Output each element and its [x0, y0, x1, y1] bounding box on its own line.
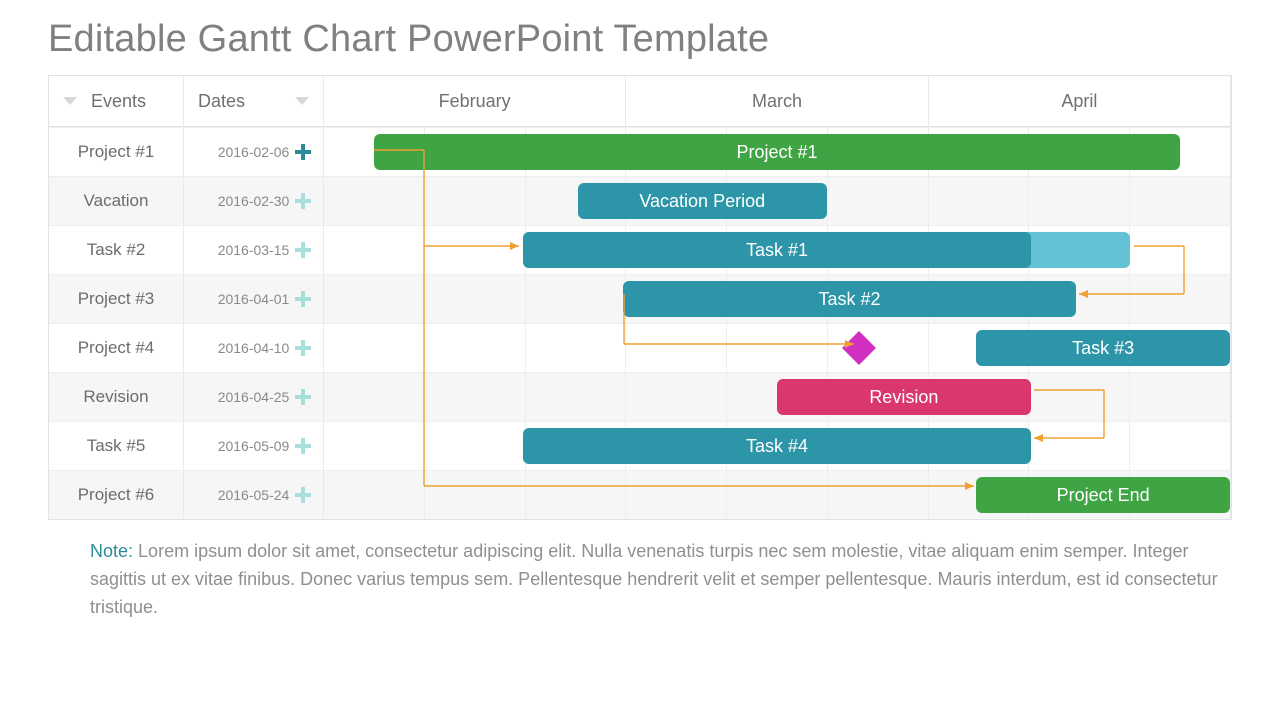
chart-cell: Task #4 — [324, 422, 1231, 470]
chart-cell: Vacation Period — [324, 177, 1231, 225]
chart-cell: Task #3 — [324, 324, 1231, 372]
chart-cell: Project #1 — [324, 128, 1231, 176]
month-col: April — [929, 76, 1230, 126]
plus-icon[interactable] — [295, 242, 311, 258]
footnote: Note: Lorem ipsum dolor sit amet, consec… — [90, 538, 1220, 622]
month-col: February — [324, 76, 626, 126]
slide-title: Editable Gantt Chart PowerPoint Template — [48, 18, 1232, 61]
event-name: Revision — [49, 373, 184, 421]
gantt-bar-revision[interactable]: Revision — [777, 379, 1031, 415]
table-row: Project #6 2016-05-24 Project End — [49, 470, 1231, 519]
chart-cell: Task #2 — [324, 275, 1231, 323]
header-events-label: Events — [91, 91, 146, 112]
table-row: Project #1 2016-02-06 Project #1 — [49, 127, 1231, 176]
chevron-down-icon[interactable] — [295, 97, 309, 105]
gantt-chart: Events Dates February March April Projec… — [48, 75, 1232, 520]
plus-icon[interactable] — [295, 291, 311, 307]
table-row: Vacation 2016-02-30 Vacation Period — [49, 176, 1231, 225]
event-name: Project #6 — [49, 471, 184, 519]
event-date: 2016-05-09 — [184, 422, 324, 470]
chevron-down-icon[interactable] — [63, 97, 77, 105]
gantt-bar-projectend[interactable]: Project End — [976, 477, 1230, 513]
event-date: 2016-02-30 — [184, 177, 324, 225]
gantt-header-row: Events Dates February March April — [49, 76, 1231, 127]
plus-icon[interactable] — [295, 487, 311, 503]
plus-icon[interactable] — [295, 389, 311, 405]
header-dates[interactable]: Dates — [184, 76, 324, 126]
chart-cell: Revision — [324, 373, 1231, 421]
table-row: Project #4 2016-04-10 Task #3 — [49, 323, 1231, 372]
header-dates-label: Dates — [198, 91, 245, 112]
chart-cell: Project End — [324, 471, 1231, 519]
gantt-bar-project1[interactable]: Project #1 — [374, 134, 1180, 170]
slide: Editable Gantt Chart PowerPoint Template… — [0, 0, 1280, 622]
event-date: 2016-04-25 — [184, 373, 324, 421]
plus-icon[interactable] — [295, 144, 311, 160]
event-name: Project #3 — [49, 275, 184, 323]
event-date: 2016-03-15 — [184, 226, 324, 274]
note-text: Lorem ipsum dolor sit amet, consectetur … — [90, 541, 1218, 617]
event-date: 2016-02-06 — [184, 128, 324, 176]
plus-icon[interactable] — [295, 438, 311, 454]
table-row: Project #3 2016-04-01 Task #2 — [49, 274, 1231, 323]
event-date: 2016-04-01 — [184, 275, 324, 323]
event-name: Task #5 — [49, 422, 184, 470]
month-col: March — [626, 76, 928, 126]
event-date: 2016-04-10 — [184, 324, 324, 372]
header-events[interactable]: Events — [49, 76, 184, 126]
gantt-bar-task1[interactable]: Task #1 — [523, 232, 1030, 268]
gantt-bar-task2[interactable]: Task #2 — [623, 281, 1076, 317]
table-row: Task #2 2016-03-15 Task #1 — [49, 225, 1231, 274]
gantt-bar-task4[interactable]: Task #4 — [523, 428, 1030, 464]
chart-cell: Task #1 — [324, 226, 1231, 274]
event-name: Vacation — [49, 177, 184, 225]
table-row: Revision 2016-04-25 Revision — [49, 372, 1231, 421]
event-date: 2016-05-24 — [184, 471, 324, 519]
event-name: Project #1 — [49, 128, 184, 176]
plus-icon[interactable] — [295, 193, 311, 209]
note-label: Note: — [90, 541, 133, 561]
plus-icon[interactable] — [295, 340, 311, 356]
header-timeline: February March April — [324, 76, 1231, 126]
gantt-bar-task3[interactable]: Task #3 — [976, 330, 1230, 366]
gantt-bar-vacation[interactable]: Vacation Period — [578, 183, 827, 219]
table-row: Task #5 2016-05-09 Task #4 — [49, 421, 1231, 470]
event-name: Project #4 — [49, 324, 184, 372]
event-name: Task #2 — [49, 226, 184, 274]
